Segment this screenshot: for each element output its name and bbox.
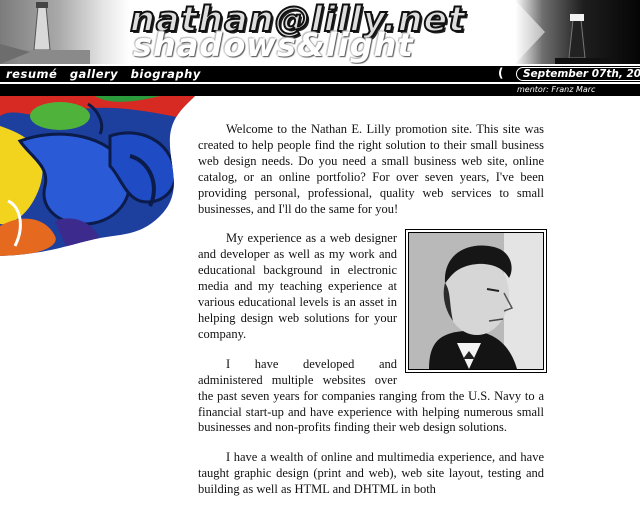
franz-marc-painting [0,96,195,256]
nav-links: resumé gallery biography [6,67,209,81]
teaching-paragraph: I have a wealth of online and multimedia… [198,450,544,497]
portrait-photo [405,229,547,374]
site-logo-subtitle: shadows&light [133,26,414,64]
nav-link-biography[interactable]: biography [131,67,201,81]
welcome-paragraph: Welcome to the Nathan E. Lilly promotion… [198,122,544,216]
lighthouse-right-image [515,0,640,64]
nav-link-resume[interactable]: resumé [6,67,57,81]
site-banner: nathan@lilly.net shadows&light [0,0,640,64]
main-content: Welcome to the Nathan E. Lilly promotion… [198,122,547,512]
nav-link-gallery[interactable]: gallery [70,67,118,81]
lighthouse-left-image [0,0,130,64]
current-date: September 07th, 200 [516,67,640,81]
nav-bar: resumé gallery biography ( September 07t… [0,66,640,82]
mentor-bar: mentor: Franz Marc [0,84,640,96]
date-bracket: ( [498,66,504,80]
mentor-credit: mentor: Franz Marc [517,85,596,94]
